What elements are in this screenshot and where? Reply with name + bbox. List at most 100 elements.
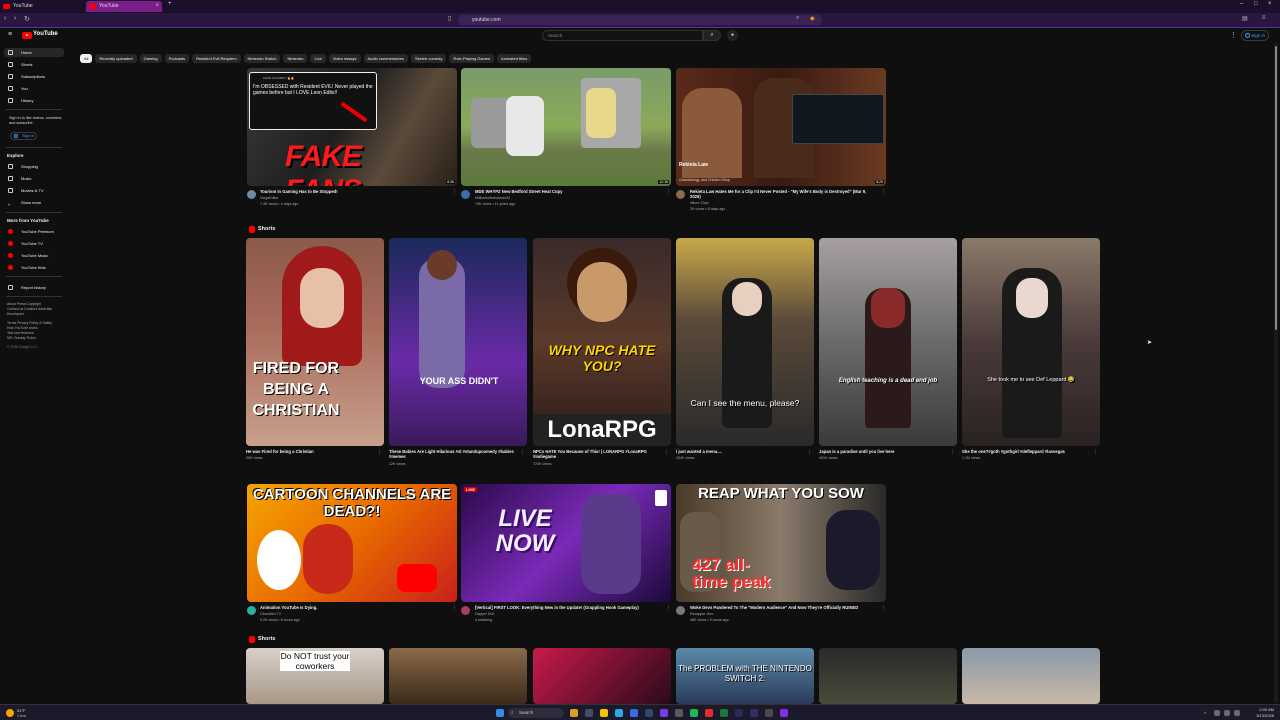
voice-search-button[interactable]: ●	[727, 30, 738, 41]
filter-chip[interactable]: Podcasts	[164, 54, 190, 63]
more-actions-icon[interactable]: ⋮	[664, 449, 669, 455]
short-thumbnail[interactable]	[533, 648, 671, 704]
sidebar-item-youtube-music[interactable]: YouTube Music	[4, 251, 64, 260]
sidebar-item-shopping[interactable]: Shopping	[4, 162, 64, 171]
short-thumbnail[interactable]: Can I see the menu, please?	[676, 238, 814, 446]
sidebar-item-report-history[interactable]: Report history	[4, 283, 64, 292]
channel-name[interactable]: Dapper Dub	[475, 612, 494, 617]
footer-links-3[interactable]: Developers	[7, 312, 67, 317]
tray-icon[interactable]	[1214, 710, 1220, 716]
channel-name[interactable]: VorgsEditor	[260, 196, 279, 201]
pinned-app-icon[interactable]	[675, 709, 683, 717]
search-button[interactable]: ⌕	[703, 30, 721, 41]
scrollbar-thumb[interactable]	[1275, 46, 1277, 330]
taskbar-search[interactable]: ⌕ Search	[508, 708, 564, 718]
sidebar-item-you[interactable]: You	[4, 84, 64, 93]
channel-avatar[interactable]	[247, 606, 256, 615]
short-title[interactable]: NPCs HATE You Because of This! | LONARPG…	[533, 449, 661, 459]
channel-name[interactable]: Clownfish TV	[260, 612, 281, 617]
channel-avatar[interactable]	[676, 606, 685, 615]
short-thumbnail[interactable]: The PROBLEM with THE NINTENDO SWITCH 2:	[676, 648, 814, 704]
weather-icon[interactable]	[6, 709, 14, 717]
short-title[interactable]: She the one?#goth #gothgirl #defleppard …	[962, 449, 1090, 454]
browser-tab-1[interactable]: YouTube	[0, 1, 84, 12]
short-title[interactable]: These Babies Are Light Hilarious #sl #st…	[389, 449, 517, 459]
more-actions-icon[interactable]: ⋮	[452, 605, 457, 611]
new-tab-icon[interactable]: +	[168, 1, 172, 7]
clock-time[interactable]: 2:00 AM	[1250, 707, 1274, 712]
filter-chip[interactable]: Resident Evil Requiem	[192, 54, 241, 63]
channel-avatar[interactable]	[676, 190, 685, 199]
steam-icon[interactable]	[645, 709, 653, 717]
pinned-app-icon[interactable]	[570, 709, 578, 717]
browser-menu-icon[interactable]: ≡	[1262, 15, 1266, 21]
more-actions-icon[interactable]: ⋮	[666, 189, 671, 195]
wifi-icon[interactable]	[1234, 710, 1240, 716]
pinned-app-icon[interactable]	[765, 709, 773, 717]
short-title[interactable]: He was Fired for being a Christian	[246, 449, 374, 454]
address-bar[interactable]: youtube.com	[458, 15, 822, 25]
more-actions-icon[interactable]: ⋮	[520, 449, 525, 455]
youtube-logo-text[interactable]: YouTube	[33, 31, 58, 37]
zoom-icon[interactable]: ⌕	[796, 15, 799, 22]
more-actions-icon[interactable]: ⋮	[950, 449, 955, 455]
settings-kebab-icon[interactable]: ⋮	[1230, 31, 1237, 39]
bookmarks-icon[interactable]: ▯	[448, 15, 451, 22]
more-actions-icon[interactable]: ⋮	[881, 605, 886, 611]
video-thumbnail[interactable]: LEON IS DADDY 🔥🔥 I'm OBSESSED with Resid…	[247, 68, 457, 186]
pinned-app-icon[interactable]	[735, 709, 743, 717]
video-title[interactable]: Tourism in Gaming Has to Be Stopped!	[260, 189, 450, 194]
more-actions-icon[interactable]: ⋮	[452, 189, 457, 195]
browser-tab-2-active[interactable]: YouTube ×	[86, 1, 162, 12]
short-thumbnail[interactable]: YOUR ASS DIDN'T	[389, 238, 527, 446]
close-tab-icon[interactable]: ×	[155, 1, 159, 12]
filter-chip[interactable]: Sketch comedy	[410, 54, 447, 63]
filter-chip[interactable]: Recently uploaded	[95, 54, 137, 63]
more-actions-icon[interactable]: ⋮	[881, 189, 886, 195]
channel-name[interactable]: Recapper Geo	[690, 612, 713, 617]
sidebar-item-youtube-tv[interactable]: YouTube TV	[4, 239, 64, 248]
sidebar-item-history[interactable]: History	[4, 96, 64, 105]
sidebar-item-shorts[interactable]: Shorts	[4, 60, 64, 69]
minimize-icon[interactable]: –	[1240, 1, 1243, 7]
video-thumbnail[interactable]: REAP WHAT YOU SOW 427 all-time peak	[676, 484, 886, 602]
short-thumbnail[interactable]	[962, 648, 1100, 704]
guide-menu-icon[interactable]: ≡	[8, 31, 12, 38]
active-browser-icon[interactable]	[780, 709, 788, 717]
sidebar-item-youtube-kids[interactable]: YouTube Kids	[4, 263, 64, 272]
channel-avatar[interactable]	[461, 606, 470, 615]
pinned-app-icon[interactable]	[690, 709, 698, 717]
sidebar-item-home[interactable]: Home	[4, 48, 64, 57]
filter-chip[interactable]: Video essays	[328, 54, 361, 63]
extension-icon[interactable]: ◆	[810, 15, 815, 22]
browser-app-icon[interactable]	[615, 709, 623, 717]
windows-start-icon[interactable]	[496, 709, 504, 717]
video-thumbnail[interactable]: Rekieta Law Cosmetology, and Chicken Sho…	[676, 68, 886, 186]
sidebar-sign-in-button[interactable]: Sign in	[10, 132, 37, 140]
short-title[interactable]: Japan is a paradise until you live here	[819, 449, 947, 454]
filter-chip[interactable]: Live	[310, 54, 326, 63]
short-thumbnail[interactable]: FIRED FOR BEING A CHRISTIAN	[246, 238, 384, 446]
short-title[interactable]: I just wanted a menu....	[676, 449, 804, 454]
filter-chip[interactable]: Role-Playing Games	[449, 54, 495, 63]
filter-chip[interactable]: Gaming	[139, 54, 162, 63]
short-thumbnail[interactable]: English teaching is a dead end job	[819, 238, 957, 446]
video-thumbnail[interactable]: LIVE LIVE NOW	[461, 484, 671, 602]
sidebar-item-movies[interactable]: Movies & TV	[4, 186, 64, 195]
clock-date[interactable]: 3/13/2026	[1250, 713, 1274, 718]
more-actions-icon[interactable]: ⋮	[807, 449, 812, 455]
task-view-icon[interactable]	[585, 709, 593, 717]
short-thumbnail[interactable]: WHY NPC HATE YOU? LonaRPG	[533, 238, 671, 446]
sidebar-item-show-more[interactable]: ˅ Show more	[4, 198, 64, 207]
video-title[interactable]: Woke Devs Pandered To The "Modern Audien…	[690, 605, 878, 610]
forward-icon[interactable]: ›	[14, 15, 16, 22]
short-thumbnail[interactable]: Do NOT trust your coworkers	[246, 648, 384, 704]
sidebar-item-premium[interactable]: YouTube Premium	[4, 227, 64, 236]
window-close-icon[interactable]: ×	[1268, 1, 1272, 7]
reload-icon[interactable]: ↻	[24, 15, 30, 23]
video-thumbnail[interactable]: 12:16	[461, 68, 671, 186]
filter-chip[interactable]: Animated films	[497, 54, 532, 63]
short-thumbnail[interactable]	[389, 648, 527, 704]
short-thumbnail[interactable]	[819, 648, 957, 704]
video-title[interactable]: [Vertical] FIRST LOOK: Everything New in…	[475, 605, 665, 610]
